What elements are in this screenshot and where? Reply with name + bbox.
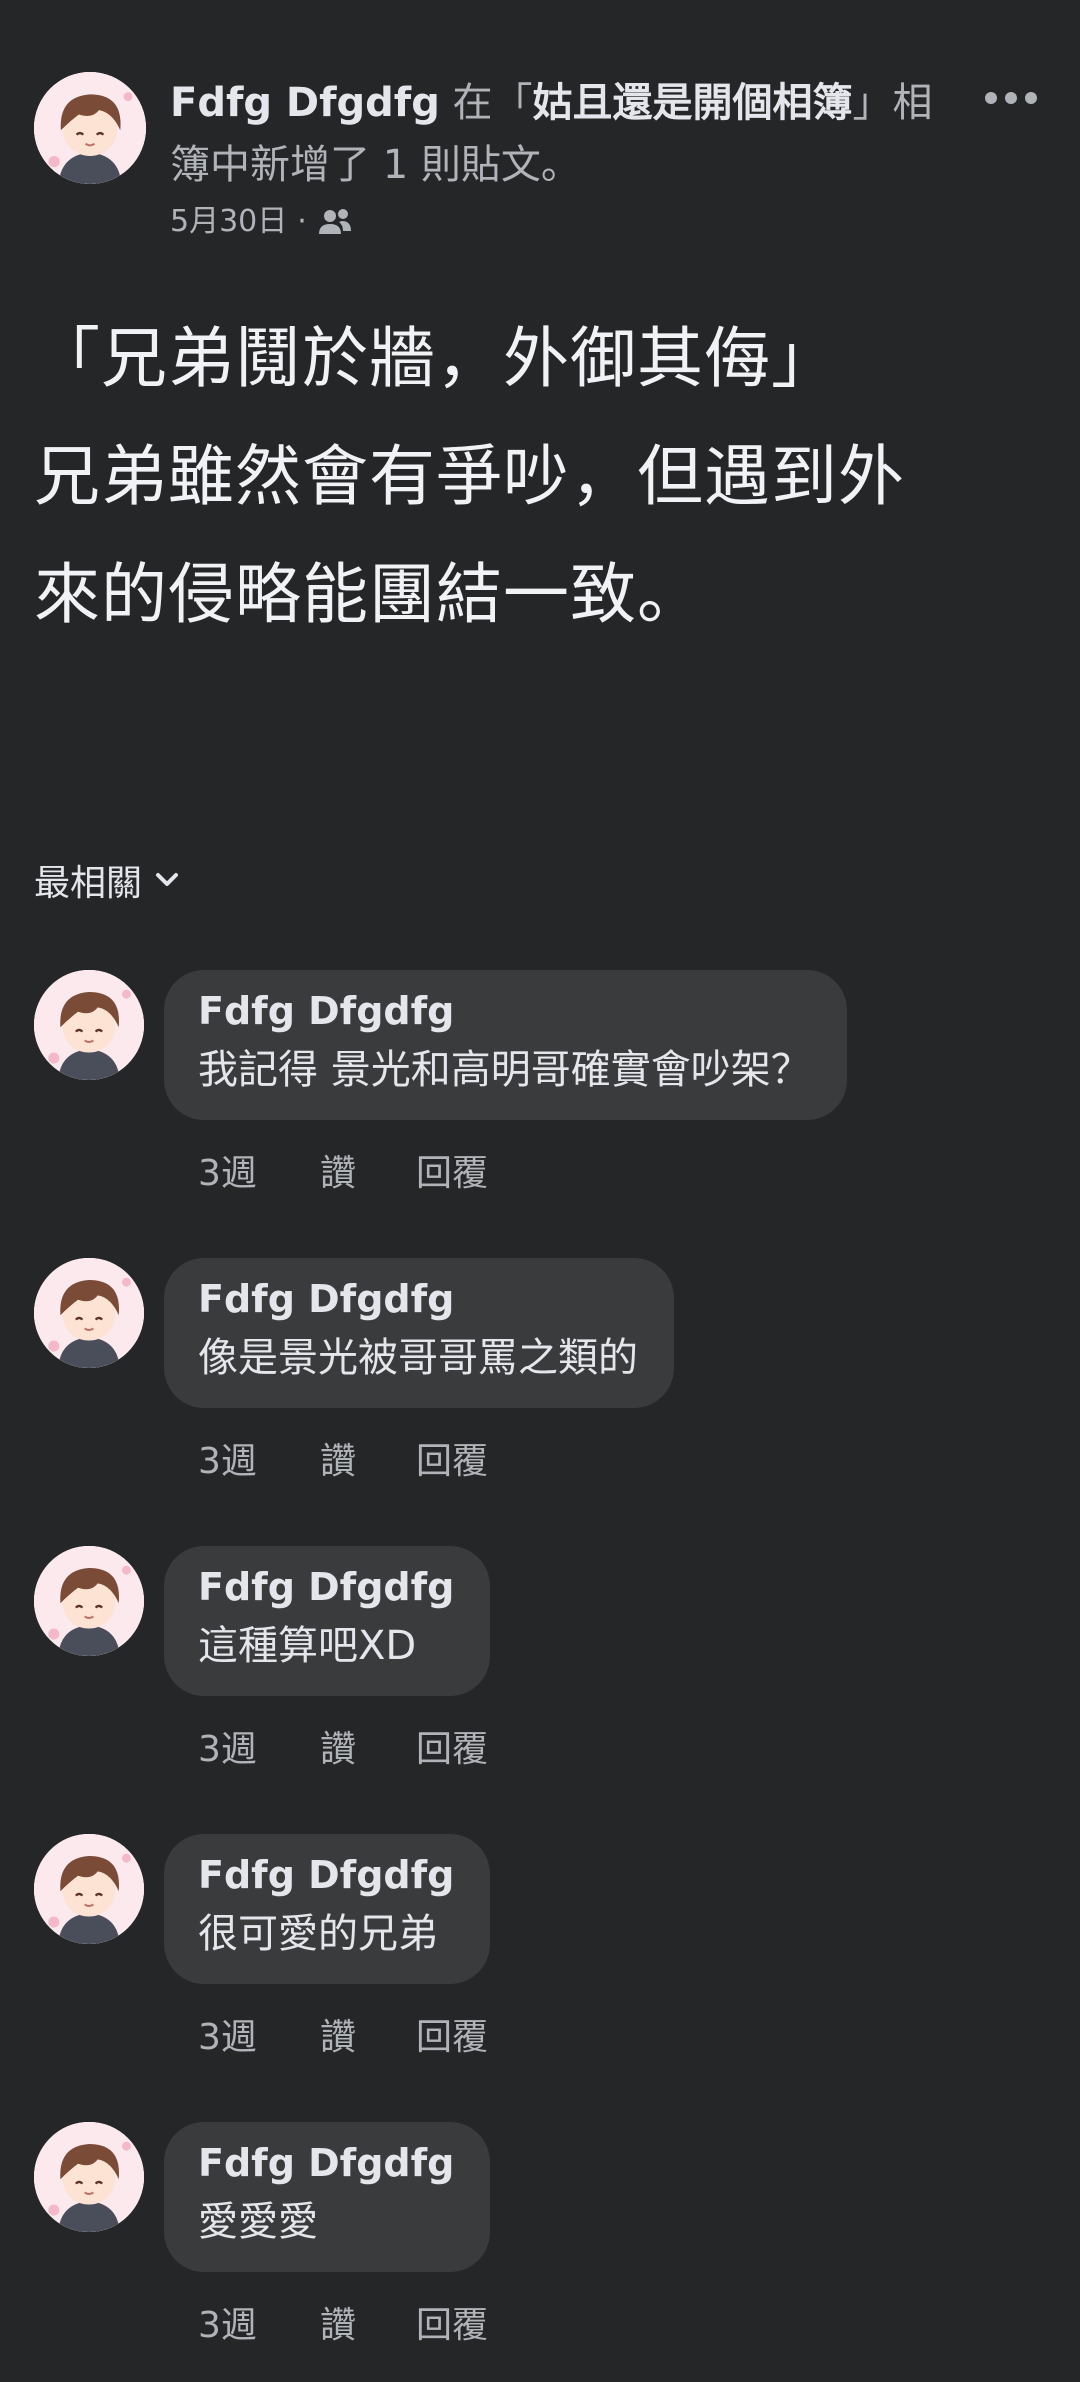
comment: Fdfg Dfgdfg 這種算吧XD 3週 讚 回覆 bbox=[34, 1546, 1046, 1806]
commenter-avatar[interactable] bbox=[34, 1546, 144, 1656]
comment-text: 這種算吧XD bbox=[198, 1623, 417, 1669]
avatar-image bbox=[34, 72, 146, 184]
comment-time[interactable]: 3週 bbox=[198, 1150, 320, 1198]
post-body: 「兄弟鬩於牆，外御其侮」 兄弟雖然會有爭吵，但遇到外 來的侵略能團結一致。 bbox=[34, 300, 1054, 654]
comment: Fdfg Dfgdfg 很可愛的兄弟 3週 讚 回覆 bbox=[34, 1834, 1046, 2094]
comment-text: 像是景光被哥哥罵之類的 bbox=[198, 1335, 638, 1381]
album-link[interactable]: 姑且還是開個相簿 bbox=[533, 80, 853, 126]
like-button[interactable]: 讚 bbox=[320, 2014, 416, 2062]
comment-bubble[interactable]: Fdfg Dfgdfg 愛愛愛 bbox=[164, 2122, 491, 2272]
reply-button[interactable]: 回覆 bbox=[416, 1726, 488, 1774]
more-options-button[interactable] bbox=[976, 76, 1046, 120]
post-in-word: 在「 bbox=[439, 80, 533, 126]
comment-actions: 3週 讚 回覆 bbox=[198, 2014, 488, 2062]
avatar-image bbox=[34, 2122, 144, 2232]
like-button[interactable]: 讚 bbox=[320, 2302, 416, 2350]
post-meta: 5月30日 · bbox=[170, 202, 353, 242]
post-date[interactable]: 5月30日 bbox=[170, 202, 287, 242]
chevron-down-icon bbox=[156, 873, 179, 886]
commenter-avatar[interactable] bbox=[34, 1834, 144, 1944]
avatar-image bbox=[34, 1546, 144, 1656]
sort-label: 最相關 bbox=[34, 863, 143, 904]
comment-actions: 3週 讚 回覆 bbox=[198, 1150, 488, 1198]
comment-time[interactable]: 3週 bbox=[198, 1726, 320, 1774]
commenter-name[interactable]: Fdfg Dfgdfg bbox=[198, 2136, 454, 2190]
comment-time[interactable]: 3週 bbox=[198, 2302, 320, 2350]
post-header: Fdfg Dfgdfg 在「姑且還是開個相簿」相簿中新增了 1 則貼文。 5月3… bbox=[34, 72, 1046, 262]
comment: Fdfg Dfgdfg 愛愛愛 3週 讚 回覆 bbox=[34, 2122, 1046, 2382]
avatar-image bbox=[34, 970, 144, 1080]
comment-bubble[interactable]: Fdfg Dfgdfg 很可愛的兄弟 bbox=[164, 1834, 491, 1984]
avatar-image bbox=[34, 1834, 144, 1944]
reply-button[interactable]: 回覆 bbox=[416, 2014, 488, 2062]
comment-time[interactable]: 3週 bbox=[198, 1438, 320, 1486]
post-body-line: 兄弟雖然會有爭吵，但遇到外 bbox=[34, 438, 905, 515]
commenter-avatar[interactable] bbox=[34, 2122, 144, 2232]
post-header-text: Fdfg Dfgdfg 在「姑且還是開個相簿」相簿中新增了 1 則貼文。 bbox=[170, 72, 970, 196]
comment-text: 愛愛愛 bbox=[198, 2199, 318, 2245]
comment-bubble[interactable]: Fdfg Dfgdfg 像是景光被哥哥罵之類的 bbox=[164, 1258, 674, 1408]
commenter-name[interactable]: Fdfg Dfgdfg bbox=[198, 1848, 454, 1902]
author-avatar[interactable] bbox=[34, 72, 146, 184]
comment-sort-dropdown[interactable]: 最相關 bbox=[34, 854, 180, 906]
comment-actions: 3週 讚 回覆 bbox=[198, 1726, 488, 1774]
friends-icon bbox=[318, 209, 351, 234]
commenter-avatar[interactable] bbox=[34, 1258, 144, 1368]
post-body-line: 來的侵略能團結一致。 bbox=[34, 556, 704, 633]
like-button[interactable]: 讚 bbox=[320, 1150, 416, 1198]
meta-separator: · bbox=[297, 204, 307, 239]
commenter-name[interactable]: Fdfg Dfgdfg bbox=[198, 1560, 454, 1614]
like-button[interactable]: 讚 bbox=[320, 1726, 416, 1774]
commenter-name[interactable]: Fdfg Dfgdfg bbox=[198, 984, 811, 1038]
reply-button[interactable]: 回覆 bbox=[416, 1150, 488, 1198]
comment: Fdfg Dfgdfg 像是景光被哥哥罵之類的 3週 讚 回覆 bbox=[34, 1258, 1046, 1518]
reply-button[interactable]: 回覆 bbox=[416, 2302, 488, 2350]
post-body-line: 「兄弟鬩於牆，外御其侮」 bbox=[34, 320, 838, 397]
avatar-image bbox=[34, 1258, 144, 1368]
comment-time[interactable]: 3週 bbox=[198, 2014, 320, 2062]
comment-bubble[interactable]: Fdfg Dfgdfg 我記得 景光和高明哥確實會吵架？ bbox=[164, 970, 847, 1120]
like-button[interactable]: 讚 bbox=[320, 1438, 416, 1486]
reply-button[interactable]: 回覆 bbox=[416, 1438, 488, 1486]
more-icon bbox=[985, 92, 1037, 104]
comment-bubble[interactable]: Fdfg Dfgdfg 這種算吧XD bbox=[164, 1546, 491, 1696]
post-author-name[interactable]: Fdfg Dfgdfg bbox=[170, 80, 440, 126]
comment-actions: 3週 讚 回覆 bbox=[198, 2302, 488, 2350]
comment: Fdfg Dfgdfg 我記得 景光和高明哥確實會吵架？ 3週 讚 回覆 bbox=[34, 970, 1046, 1230]
comment-actions: 3週 讚 回覆 bbox=[198, 1438, 488, 1486]
commenter-avatar[interactable] bbox=[34, 970, 144, 1080]
comment-text: 我記得 景光和高明哥確實會吵架？ bbox=[198, 1047, 811, 1093]
commenter-name[interactable]: Fdfg Dfgdfg bbox=[198, 1272, 638, 1326]
comment-text: 很可愛的兄弟 bbox=[198, 1911, 438, 1957]
